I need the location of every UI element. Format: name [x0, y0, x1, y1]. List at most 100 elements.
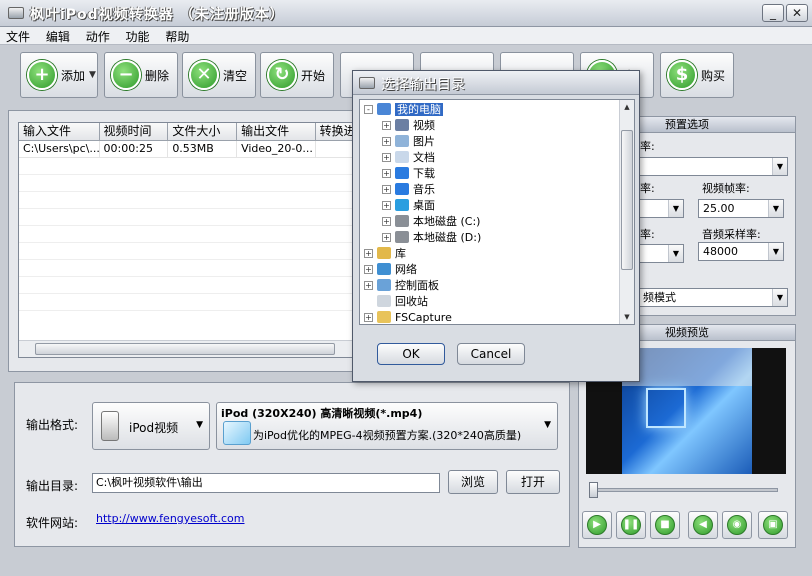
chevron-down-icon: ▼ — [668, 200, 683, 217]
tree-item[interactable]: + 控制面板 — [364, 278, 439, 294]
menu-bar: 文件 编辑 动作 功能 帮助 — [0, 27, 812, 45]
menu-function[interactable]: 功能 — [120, 27, 156, 46]
expand-icon[interactable]: + — [382, 121, 391, 130]
window-title: 枫叶iPod视频转换器 （未注册版本） — [30, 7, 285, 23]
expand-icon[interactable]: + — [382, 169, 391, 178]
scrollbar-thumb[interactable] — [621, 130, 633, 270]
tree-item[interactable]: - 我的电脑 — [364, 102, 443, 118]
browse-button[interactable]: 浏览 — [448, 470, 498, 494]
menu-action[interactable]: 动作 — [80, 27, 116, 46]
column-output-file[interactable]: 输出文件 — [237, 123, 316, 140]
tree-item[interactable]: + 网络 — [364, 262, 417, 278]
collapse-icon[interactable]: - — [364, 105, 373, 114]
expand-icon[interactable]: + — [382, 137, 391, 146]
column-duration[interactable]: 视频时间 — [100, 123, 169, 140]
tree-item[interactable]: + 音乐 — [382, 182, 435, 198]
website-link[interactable]: http://www.fengyesoft.com — [96, 512, 245, 525]
expand-icon[interactable]: + — [382, 153, 391, 162]
start-button[interactable]: ↻ 开始 — [260, 52, 334, 98]
ok-button[interactable]: OK — [377, 343, 445, 365]
close-button[interactable]: ✕ — [786, 4, 808, 22]
empty-row — [19, 175, 355, 192]
tree-item-label: 图片 — [413, 135, 435, 148]
snapshot-button[interactable]: ◉ — [722, 511, 752, 539]
empty-row — [19, 158, 355, 175]
scrollbar-thumb[interactable] — [35, 343, 335, 355]
clear-button[interactable]: ✕ 清空 — [182, 52, 256, 98]
play-button[interactable]: ▶ — [582, 511, 612, 539]
column-size[interactable]: 文件大小 — [168, 123, 238, 140]
scroll-up-icon[interactable]: ▲ — [620, 100, 634, 114]
tree-item[interactable]: + 本地磁盘 (D:) — [382, 230, 481, 246]
add-button[interactable]: + 添加 ▼ — [20, 52, 98, 98]
output-dir-label: 输出目录: — [26, 479, 79, 493]
empty-row — [19, 260, 355, 277]
cell-input: C:\Users\pc\... — [19, 141, 100, 157]
tree-item[interactable]: + FSCapture — [364, 310, 452, 324]
settings-combo-3[interactable]: ▼ — [638, 244, 684, 263]
cancel-button[interactable]: Cancel — [457, 343, 525, 365]
profile-select[interactable]: iPod (320X240) 高清晰视频(*.mp4) 为iPod优化的MPEG… — [216, 402, 558, 450]
tree-item[interactable]: + 库 — [364, 246, 406, 262]
horizontal-scrollbar[interactable] — [19, 340, 355, 357]
chevron-down-icon: ▼ — [544, 420, 551, 430]
open-button[interactable]: 打开 — [506, 470, 560, 494]
tree-item[interactable]: + 本地磁盘 (C:) — [382, 214, 480, 230]
network-icon — [377, 263, 391, 275]
vertical-scrollbar[interactable]: ▲ ▼ — [619, 100, 634, 324]
stop-button[interactable]: ■ — [650, 511, 680, 539]
file-list[interactable]: 输入文件 视频时间 文件大小 输出文件 转换进 C:\Users\pc\... … — [18, 122, 356, 358]
menu-help[interactable]: 帮助 — [159, 27, 195, 46]
volume-button[interactable]: ◀ — [688, 511, 718, 539]
column-progress[interactable]: 转换进 — [316, 123, 355, 140]
device-select[interactable]: iPod视频 ▼ — [92, 402, 210, 450]
tree-item[interactable]: 回收站 — [364, 294, 428, 310]
tree-item[interactable]: + 视频 — [382, 118, 435, 134]
table-row[interactable]: C:\Users\pc\... 00:00:25 0.53MB Video_20… — [19, 141, 355, 158]
recycle-bin-icon — [377, 295, 391, 307]
settings-combo-2[interactable]: ▼ — [638, 199, 684, 218]
folder-tree[interactable]: + FSCapture 回收站 + 控制面板 + 网络 + 库 + 本地磁盘 (D:) + 本地磁盘 (… — [359, 99, 635, 325]
pause-button[interactable]: ❚❚ — [616, 511, 646, 539]
delete-button[interactable]: − 删除 — [104, 52, 178, 98]
chevron-down-icon: ▼ — [196, 420, 203, 430]
seek-slider[interactable] — [589, 482, 778, 498]
expand-icon[interactable]: + — [382, 233, 391, 242]
cart-icon: $ — [667, 60, 697, 90]
seek-slider-knob[interactable] — [589, 482, 598, 498]
profile-title: iPod (320X240) 高清晰视频(*.mp4) — [221, 407, 423, 420]
column-input-file[interactable]: 输入文件 — [19, 123, 100, 140]
menu-edit[interactable]: 编辑 — [40, 27, 76, 46]
expand-icon[interactable]: + — [364, 249, 373, 258]
tree-item-label: 网络 — [395, 263, 417, 276]
settings-combo-1[interactable]: ▼ — [638, 157, 788, 176]
tree-item-label: 我的电脑 — [395, 103, 443, 116]
minimize-button[interactable]: _ — [762, 4, 784, 22]
open-folder-button[interactable]: ▣ — [758, 511, 788, 539]
buy-button[interactable]: $ 购买 — [660, 52, 734, 98]
expand-icon[interactable]: + — [382, 185, 391, 194]
mode-select[interactable]: 频模式 ▼ — [638, 288, 788, 307]
sample-rate-select[interactable]: 48000 ▼ — [698, 242, 784, 261]
file-list-header: 输入文件 视频时间 文件大小 输出文件 转换进 — [19, 123, 355, 141]
dialog-title-bar[interactable]: 选择输出目录 — [353, 71, 639, 95]
profile-description: 为iPod优化的MPEG-4视频预置方案.(320*240高质量) — [253, 429, 522, 442]
scroll-down-icon[interactable]: ▼ — [620, 310, 634, 324]
expand-icon[interactable]: + — [382, 217, 391, 226]
empty-row — [19, 243, 355, 260]
tree-item-label: 文档 — [413, 151, 435, 164]
start-label: 开始 — [301, 68, 326, 83]
tree-item[interactable]: + 桌面 — [382, 198, 435, 214]
expand-icon[interactable]: + — [364, 281, 373, 290]
expand-icon[interactable]: + — [364, 313, 373, 322]
output-dir-field[interactable]: C:\枫叶视频软件\输出 — [92, 473, 440, 493]
tree-item[interactable]: + 下载 — [382, 166, 435, 182]
frame-rate-select[interactable]: 25.00 ▼ — [698, 199, 784, 218]
drive-icon — [395, 215, 409, 227]
menu-file[interactable]: 文件 — [0, 27, 36, 46]
tree-item[interactable]: + 图片 — [382, 134, 435, 150]
settings-label-1: 率: — [640, 140, 655, 153]
expand-icon[interactable]: + — [364, 265, 373, 274]
expand-icon[interactable]: + — [382, 201, 391, 210]
tree-item[interactable]: + 文档 — [382, 150, 435, 166]
